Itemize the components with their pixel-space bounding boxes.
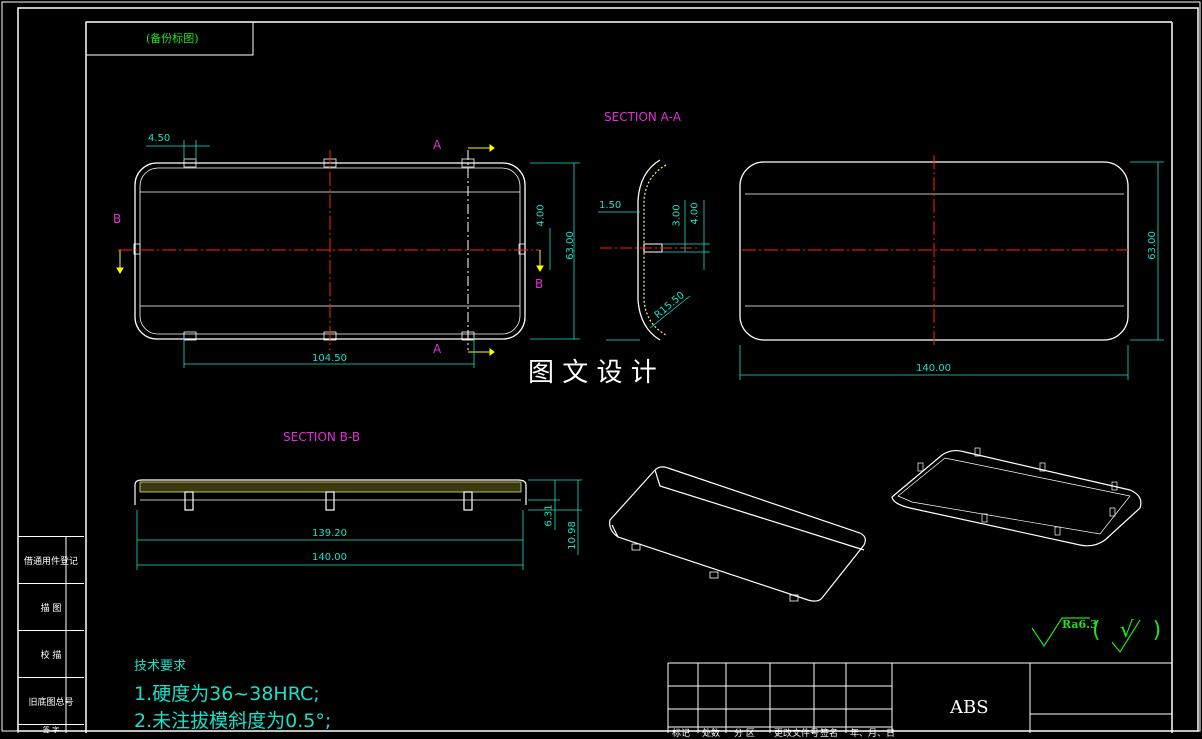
dim-length-140-right: 140.00 xyxy=(916,363,951,374)
dim-depth-4-left: 4.00 xyxy=(535,204,547,227)
watermark: 图 文 设 计 xyxy=(524,352,661,389)
dim-h-631: 6.31 xyxy=(543,504,555,527)
dim-length-140-bb: 140.00 xyxy=(312,552,347,563)
dim-height-63-right: 63.00 xyxy=(1146,231,1158,260)
dim-length-139: 139.20 xyxy=(312,528,347,539)
tech-req-item: 1.硬度为36~38HRC; xyxy=(134,683,320,705)
title-block xyxy=(667,662,1172,733)
dim-width-104: 104.50 xyxy=(312,353,347,364)
roughness-suffix: ( √ ) xyxy=(1092,618,1168,643)
side-label: 描 图 xyxy=(18,583,84,630)
dim-depth-4-mid: 4.00 xyxy=(689,202,701,225)
section-mark-b-right: B xyxy=(535,277,544,291)
stamp-label: (备份标图) xyxy=(146,32,199,45)
side-label: 校 描 xyxy=(18,630,84,677)
tech-req-item: 2.未注拔模斜度为0.5°; xyxy=(134,710,332,732)
right-view-dims xyxy=(739,161,1164,380)
dim-height-63-left: 63.00 xyxy=(564,231,576,260)
right-view-centerlines xyxy=(742,155,1128,345)
dim-wall-150: 1.50 xyxy=(599,200,622,211)
dim-h-1098: 10.98 xyxy=(566,521,578,550)
side-label: 旧底图总号 xyxy=(18,677,84,724)
top-view-centerlines xyxy=(118,150,540,350)
section-mark-a-bottom: A xyxy=(433,342,442,356)
material-label: ABS xyxy=(950,697,989,718)
section-mark-b-left: B xyxy=(113,212,122,226)
dim-depth-3: 3.00 xyxy=(671,204,683,227)
section-mark-a-top: A xyxy=(433,138,442,152)
section-bb-view xyxy=(134,479,527,511)
section-bb-dims xyxy=(136,479,582,570)
tech-req-heading: 技术要求 xyxy=(134,659,187,674)
iso-view-1 xyxy=(609,466,866,602)
side-label: 借通用件登记 xyxy=(18,536,84,583)
section-aa-title: SECTION A-A xyxy=(604,110,681,124)
dim-tab-width: 4.50 xyxy=(148,133,171,144)
section-bb-title: SECTION B-B xyxy=(283,430,361,444)
iso-view-2 xyxy=(891,447,1142,547)
